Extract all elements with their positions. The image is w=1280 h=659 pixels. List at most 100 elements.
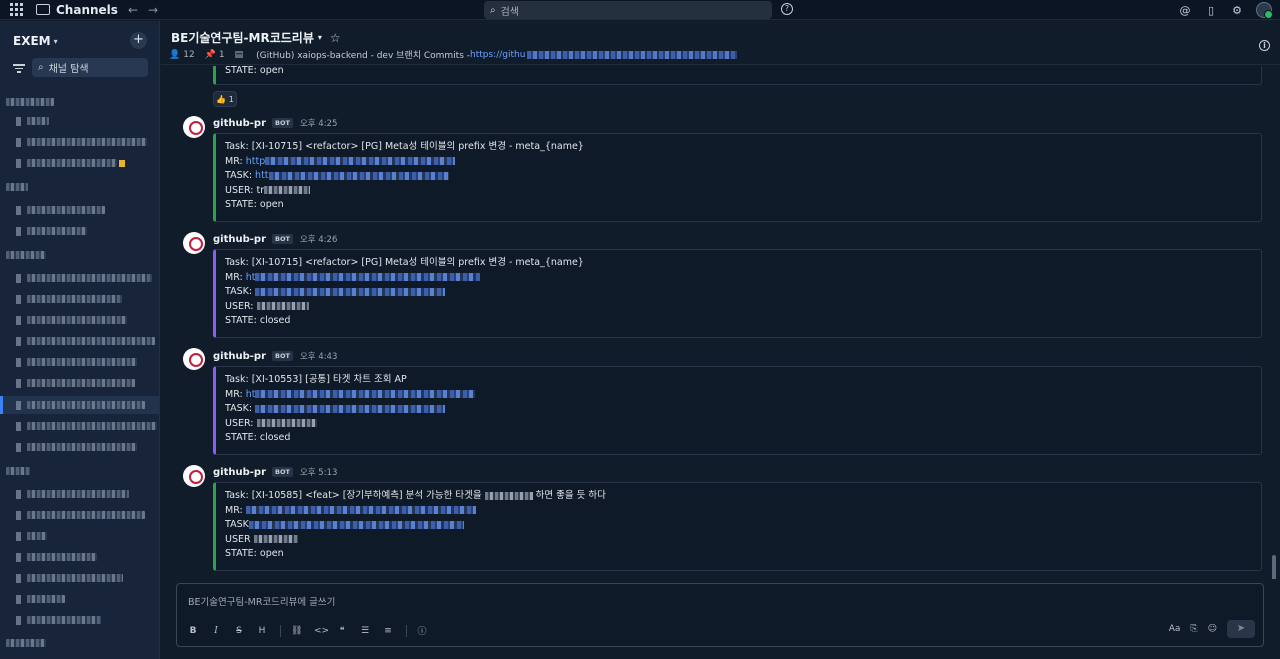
- emoji-icon[interactable]: ☺: [1208, 624, 1217, 634]
- sidebar-channel[interactable]: [16, 527, 47, 545]
- sidebar-channel[interactable]: [16, 590, 65, 608]
- sidebar-channel[interactable]: [16, 222, 87, 240]
- workspace-menu[interactable]: EXEM ▾: [13, 34, 58, 48]
- bot-avatar[interactable]: [183, 465, 205, 487]
- send-button[interactable]: ➤: [1227, 620, 1255, 638]
- quote-icon[interactable]: ❝: [337, 626, 347, 636]
- sidebar-channel[interactable]: [16, 332, 155, 350]
- redacted-text: [484, 491, 533, 500]
- bot-avatar[interactable]: [183, 348, 205, 370]
- heading-button[interactable]: H: [257, 626, 267, 636]
- sidebar-channel[interactable]: [16, 290, 122, 308]
- bot-badge: BOT: [272, 118, 293, 128]
- redacted-link: [527, 50, 738, 59]
- sidebar-channel[interactable]: [16, 569, 123, 587]
- bot-avatar[interactable]: [183, 116, 205, 138]
- reaction-button[interactable]: 👍 1: [213, 91, 237, 107]
- saved-icon[interactable]: ▯: [1204, 4, 1218, 17]
- message-composer[interactable]: BE기술연구팀-MR코드리뷰에 글쓰기 B I S H ⛓ <> ❝ ☰ ≡ ⓘ…: [176, 583, 1264, 647]
- sidebar-channel[interactable]: [16, 417, 157, 435]
- sidebar-channel[interactable]: [16, 269, 152, 287]
- app-grid-icon[interactable]: [10, 2, 24, 17]
- sidebar-channel[interactable]: [16, 154, 125, 172]
- channel-title-menu[interactable]: BE기술연구팀-MR코드리뷰 ▾ ☆: [171, 29, 341, 46]
- author-name[interactable]: github-pr: [213, 234, 266, 245]
- add-button[interactable]: +: [130, 32, 147, 49]
- sidebar-channel[interactable]: [16, 112, 49, 130]
- pinned-count[interactable]: 📌 1: [205, 50, 225, 60]
- chevron-down-icon: ▾: [317, 33, 322, 42]
- strikethrough-button[interactable]: S: [234, 626, 244, 636]
- composer-placeholder: BE기술연구팀-MR코드리뷰에 글쓰기: [188, 597, 336, 608]
- task-line: TASK:: [225, 402, 1252, 417]
- sidebar-channel-active[interactable]: [3, 396, 159, 414]
- mr-line: MR: http: [225, 155, 1252, 170]
- mr-link[interactable]: ht: [246, 389, 256, 400]
- channel-meta: 👤 12 📌 1 ▤ (GitHub) xaiops-backend - dev 브…: [169, 48, 738, 61]
- sidebar-channel[interactable]: [16, 311, 127, 329]
- settings-icon[interactable]: ⚙: [1230, 4, 1244, 17]
- sidebar-channel[interactable]: [16, 133, 147, 151]
- sidebar-category[interactable]: [6, 634, 46, 652]
- sidebar-channel[interactable]: [16, 485, 129, 503]
- task-link[interactable]: htt: [255, 170, 268, 181]
- redacted-link: [245, 506, 476, 514]
- sidebar-channel[interactable]: [16, 201, 105, 219]
- bold-button[interactable]: B: [188, 626, 198, 636]
- sidebar-channel[interactable]: [16, 438, 137, 456]
- search-icon: ⌕: [490, 4, 496, 16]
- info-icon[interactable]: i: [1259, 40, 1270, 51]
- redacted-link: [255, 404, 446, 413]
- sidebar-category[interactable]: [6, 93, 54, 111]
- numbered-list-icon[interactable]: ≡: [383, 626, 393, 636]
- sidebar-channel[interactable]: [16, 548, 97, 566]
- code-icon[interactable]: <>: [314, 626, 329, 636]
- user-avatar[interactable]: [1256, 2, 1273, 19]
- author-name[interactable]: github-pr: [213, 118, 266, 129]
- italic-button[interactable]: I: [211, 626, 221, 636]
- format-toggle-button[interactable]: Aa: [1169, 624, 1181, 634]
- author-name[interactable]: github-pr: [213, 351, 266, 362]
- timestamp[interactable]: 오후 4:43: [300, 350, 337, 362]
- mr-link[interactable]: ht: [246, 272, 256, 283]
- bullet-list-icon[interactable]: ☰: [360, 626, 370, 636]
- favorite-star-icon[interactable]: ☆: [330, 31, 341, 45]
- redacted-user: [253, 535, 298, 543]
- author-name[interactable]: github-pr: [213, 467, 266, 478]
- task-title: Task: [XI-10553] [공통] 타겟 차트 조회 AP: [225, 374, 407, 385]
- channel-search-input[interactable]: ⌕ 채널 탐색: [32, 58, 148, 77]
- help-icon[interactable]: ?: [781, 3, 793, 15]
- sidebar-category[interactable]: [6, 246, 46, 264]
- sidebar-channel[interactable]: [16, 611, 101, 629]
- forward-arrow-icon[interactable]: →: [148, 3, 158, 17]
- state-line: STATE: open: [225, 199, 284, 210]
- attachment-icon[interactable]: ⎘: [1190, 624, 1197, 634]
- bot-avatar[interactable]: [183, 232, 205, 254]
- info-icon[interactable]: ⓘ: [417, 624, 427, 637]
- user-line: USER: [225, 533, 1252, 548]
- bot-badge: BOT: [272, 351, 293, 361]
- global-search-input[interactable]: ⌕ 검색: [484, 1, 772, 19]
- sidebar-channel[interactable]: [16, 506, 145, 524]
- sidebar-category[interactable]: [6, 462, 30, 480]
- task-title: Task: [XI-10585] <feat> [장기부하예측] 분석 가능한 …: [225, 490, 606, 501]
- channel-description: (GitHub) xaiops-backend - dev 브랜치 Commit…: [256, 51, 470, 61]
- files-icon[interactable]: ▤: [235, 50, 247, 60]
- channel-description-link[interactable]: https://githu: [470, 50, 525, 60]
- back-arrow-icon[interactable]: ←: [128, 3, 138, 17]
- sidebar-channel[interactable]: [16, 353, 137, 371]
- redacted-link: [255, 273, 481, 281]
- state-line: STATE: open: [225, 66, 284, 76]
- link-icon[interactable]: ⛓: [291, 626, 302, 636]
- members-count[interactable]: 👤 12: [169, 50, 195, 60]
- timestamp[interactable]: 오후 5:13: [300, 466, 337, 478]
- timestamp[interactable]: 오후 4:26: [300, 233, 337, 245]
- mr-link[interactable]: http: [246, 156, 266, 167]
- filter-icon[interactable]: [12, 62, 26, 74]
- sidebar-channel[interactable]: [16, 374, 135, 392]
- timestamp[interactable]: 오후 4:25: [300, 117, 337, 129]
- mentions-icon[interactable]: @: [1178, 4, 1192, 17]
- scrollbar[interactable]: [1272, 555, 1276, 579]
- channels-icon: [36, 4, 50, 15]
- sidebar-category[interactable]: [6, 178, 28, 196]
